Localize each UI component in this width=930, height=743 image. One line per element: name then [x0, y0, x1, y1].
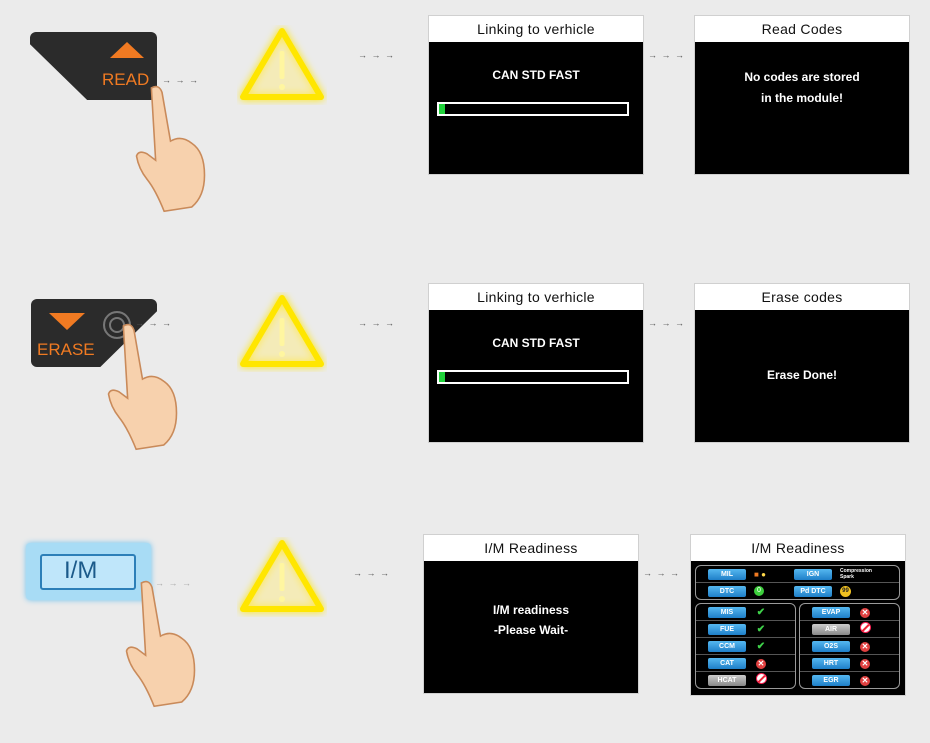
x-circle-icon: ✕: [860, 607, 870, 618]
monitor-row: FUE ✔: [696, 621, 795, 638]
protocol-text: CAN STD FAST: [492, 336, 580, 350]
monitor-tag: EVAP: [812, 606, 850, 618]
linking-screen: Linking to verhicle CAN STD FAST: [428, 283, 644, 443]
message-line: Erase Done!: [766, 368, 838, 382]
message-line: No codes are stored: [744, 70, 860, 84]
triangle-up-icon: [110, 42, 144, 58]
monitor-row: CCM ✔: [696, 638, 795, 655]
ign-tag: IGN: [794, 568, 832, 580]
protocol-text: CAN STD FAST: [492, 68, 580, 82]
screen-title: Read Codes: [695, 16, 909, 42]
engine-light-icon: ■ ●: [754, 569, 766, 579]
flow-arrows: → → →: [353, 568, 391, 578]
monitor-row: MIS ✔: [696, 604, 795, 621]
erase-button-label: ERASE: [37, 340, 95, 359]
screen-title: Linking to verhicle: [429, 16, 643, 42]
check-icon: ✔: [756, 606, 766, 618]
monitor-tag: AIR: [812, 623, 850, 635]
triangle-down-icon: [49, 313, 85, 330]
screen-title: I/M Readiness: [691, 535, 905, 561]
check-icon: ✔: [756, 640, 766, 652]
flow-arrows: → → →: [135, 318, 173, 328]
x-circle-icon: ✕: [860, 641, 870, 652]
dtc-count: 0: [754, 586, 764, 596]
screen-title: Linking to verhicle: [429, 284, 643, 310]
screen-title: I/M Readiness: [424, 535, 638, 561]
monitor-row: AIR: [800, 621, 899, 638]
warning-icon: [237, 292, 327, 372]
x-circle-icon: ✕: [860, 675, 870, 686]
erase-codes-screen: Erase codes Erase Done!: [694, 283, 910, 443]
flow-arrows: → → →: [648, 318, 686, 328]
read-codes-screen: Read Codes No codes are stored in the mo…: [694, 15, 910, 175]
linking-screen: Linking to verhicle CAN STD FAST: [428, 15, 644, 175]
warning-icon: [237, 25, 327, 105]
monitor-row: EGR ✕: [800, 672, 899, 688]
monitor-row: O2S ✕: [800, 638, 899, 655]
not-supported-icon: [858, 622, 872, 636]
im-readiness-screen: I/M Readiness MIL ■ ● IGN Compression Sp…: [690, 534, 906, 696]
pd-dtc-tag: Pd DTC: [794, 585, 832, 597]
screen-title: Erase codes: [695, 284, 909, 310]
im-monitors-left: MIS ✔ FUE ✔ CCM ✔ CAT ✕ HCAT: [695, 603, 796, 689]
monitor-tag: FUE: [708, 623, 746, 635]
monitor-tag: CAT: [708, 657, 746, 669]
ign-type: Compression Spark: [840, 568, 872, 580]
monitor-row: HCAT: [696, 672, 795, 688]
monitor-tag: HRT: [812, 657, 850, 669]
mil-tag: MIL: [708, 568, 746, 580]
flow-arrows: → → →: [358, 318, 396, 328]
pointing-hand-icon: [100, 318, 185, 453]
flow-arrows: → → →: [358, 50, 396, 60]
check-icon: ✔: [756, 623, 766, 635]
x-circle-icon: ✕: [860, 658, 870, 669]
message-line: -Please Wait-: [493, 623, 569, 637]
flow-arrows: → → →: [643, 568, 681, 578]
flow-arrows: → → →: [162, 75, 200, 85]
message-line: in the module!: [761, 91, 843, 105]
pd-dtc-count: 99: [840, 585, 851, 597]
monitor-tag: HCAT: [708, 674, 746, 686]
monitor-tag: EGR: [812, 674, 850, 686]
dtc-tag: DTC: [708, 585, 746, 597]
pointing-hand-icon: [118, 575, 203, 710]
im-button-label: I/M: [64, 557, 98, 584]
im-summary-box: MIL ■ ● IGN Compression Spark DTC 0 Pd D…: [695, 565, 900, 600]
im-panel: MIL ■ ● IGN Compression Spark DTC 0 Pd D…: [695, 565, 900, 692]
monitor-row: CAT ✕: [696, 655, 795, 672]
pointing-hand-icon: [128, 80, 213, 215]
monitor-row: HRT ✕: [800, 655, 899, 672]
flow-arrows: → → →: [155, 578, 193, 588]
progress-bar: [437, 102, 629, 116]
warning-icon: [237, 537, 327, 617]
monitor-row: EVAP ✕: [800, 604, 899, 621]
x-circle-icon: ✕: [756, 658, 766, 669]
monitor-tag: O2S: [812, 640, 850, 652]
im-monitors-right: EVAP ✕ AIR O2S ✕ HRT ✕ EGR ✕: [799, 603, 900, 689]
monitor-tag: MIS: [708, 606, 746, 618]
monitor-tag: CCM: [708, 640, 746, 652]
progress-bar: [437, 370, 629, 384]
not-supported-icon: [754, 673, 768, 687]
flow-arrows: → → →: [648, 50, 686, 60]
message-line: I/M readiness: [492, 603, 570, 617]
im-wait-screen: I/M Readiness I/M readiness -Please Wait…: [423, 534, 639, 694]
